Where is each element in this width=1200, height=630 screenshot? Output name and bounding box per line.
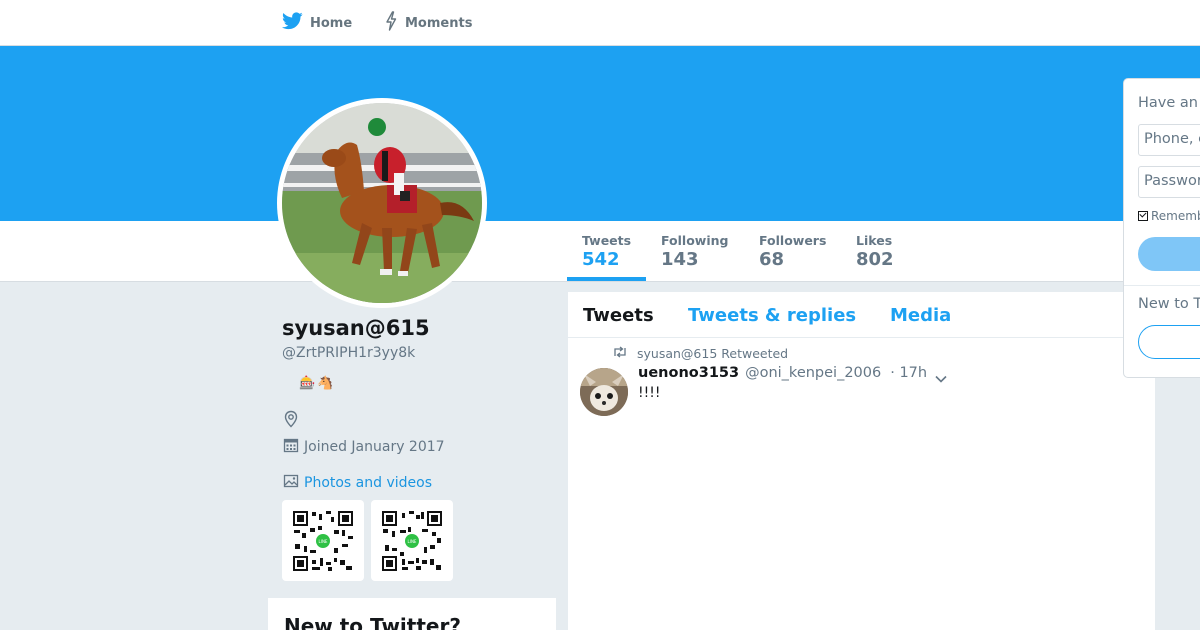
login-button[interactable] (1138, 237, 1200, 271)
profile-stats-bar: Tweets 542 Following 143 Followers 68 Li… (0, 221, 1200, 282)
tweet-timestamp[interactable]: · 17h (890, 365, 927, 381)
tab-media[interactable]: Media (890, 305, 951, 326)
tab-tweets-replies[interactable]: Tweets & replies (688, 305, 856, 326)
tweet-author-username[interactable]: @oni_kenpei_2006 (745, 365, 881, 381)
timeline-tabs: Tweets Tweets & replies Media (568, 292, 1155, 338)
signup-button[interactable] (1138, 325, 1200, 359)
profile-avatar[interactable] (277, 98, 487, 308)
retweet-context: syusan@615 Retweeted (612, 346, 788, 361)
photo-icon (283, 473, 304, 493)
profile-bio: 🎰 🐴 (299, 376, 333, 391)
remember-me-checkbox[interactable] (1138, 211, 1148, 221)
phone-email-field[interactable]: Phone, e (1138, 124, 1200, 156)
avatar-horse-photo (282, 103, 482, 303)
tweet-author-avatar[interactable] (580, 368, 628, 416)
stat-label: Tweets (582, 233, 632, 248)
stat-value: 143 (661, 249, 699, 270)
tab-tweets[interactable]: Tweets (583, 305, 654, 326)
stat-label: Likes (856, 233, 893, 248)
media-thumbnail-qr[interactable]: LINE (371, 500, 453, 581)
horse-emoji: 🐴 (317, 376, 334, 391)
slot-machine-emoji: 🎰 (299, 376, 316, 391)
stat-value: 802 (856, 249, 894, 270)
twitter-bird-icon (282, 12, 310, 34)
tweet-author-name[interactable]: uenono3153 (638, 365, 739, 381)
retweet-icon (612, 346, 637, 361)
stat-likes[interactable]: Likes 802 (856, 233, 894, 270)
nav-moments-label: Moments (405, 15, 473, 31)
login-new-prompt: New to T (1138, 296, 1200, 312)
retweeted-by[interactable]: syusan@615 Retweeted (637, 346, 788, 361)
nav-moments[interactable]: Moments (384, 0, 472, 46)
calendar-icon (283, 437, 304, 457)
profile-handle[interactable]: @ZrtPRIPH1r3yy8k (282, 345, 415, 361)
active-stat-indicator (567, 277, 646, 281)
media-thumbnail-qr[interactable]: LINE (282, 500, 364, 581)
stat-label: Followers (759, 233, 827, 248)
photos-videos-label[interactable]: Photos and videos (304, 475, 432, 491)
top-nav: Home Moments (0, 0, 1200, 46)
login-divider (1124, 285, 1200, 286)
login-heading: Have an (1138, 95, 1198, 111)
profile-location (283, 410, 304, 432)
nav-home[interactable]: Home (282, 0, 352, 46)
profile-banner (0, 46, 1200, 221)
timeline: Tweets Tweets & replies Media syusan@615… (568, 292, 1155, 630)
svg-text:LINE: LINE (319, 539, 328, 544)
moments-bolt-icon (384, 11, 405, 35)
profile-name[interactable]: syusan@615 (282, 316, 430, 340)
stat-value: 68 (759, 249, 785, 270)
profile-joined: Joined January 2017 (283, 437, 445, 457)
photos-videos-link[interactable]: Photos and videos (283, 473, 432, 493)
tweet-header: uenono3153 @oni_kenpei_2006 · 17h (638, 365, 927, 381)
remember-me[interactable]: Rememb (1138, 209, 1200, 223)
login-dropdown: Have an Phone, e Passwor Rememb New to T (1123, 78, 1200, 378)
stat-followers[interactable]: Followers 68 (759, 233, 826, 270)
password-field[interactable]: Passwor (1138, 166, 1200, 198)
signup-card-title: New to Twitter? (284, 614, 461, 630)
stat-label: Following (661, 233, 729, 248)
svg-text:LINE: LINE (408, 539, 417, 544)
stat-value: 542 (582, 249, 620, 270)
joined-date: Joined January 2017 (304, 439, 445, 455)
stat-tweets[interactable]: Tweets 542 (582, 233, 631, 270)
nav-home-label: Home (310, 15, 353, 31)
tweet-text: !!!! (638, 385, 661, 401)
location-pin-icon (283, 410, 304, 432)
signup-card: New to Twitter? (268, 598, 556, 630)
chevron-down-icon[interactable] (934, 369, 948, 388)
stat-following[interactable]: Following 143 (661, 233, 728, 270)
remember-me-label: Rememb (1151, 209, 1200, 223)
